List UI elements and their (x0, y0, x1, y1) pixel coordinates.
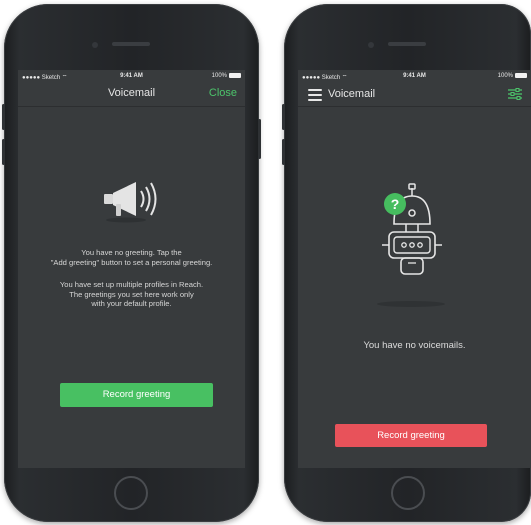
right-phone: ●●●●● Sketch ⌔ 9:41 AM 100% Voicemail ? … (282, 4, 531, 522)
close-button[interactable]: Close (209, 87, 237, 99)
side-button (282, 104, 285, 130)
battery-icon (229, 73, 241, 78)
side-button (282, 139, 285, 165)
right-screen: ●●●●● Sketch ⌔ 9:41 AM 100% Voicemail ? … (298, 70, 531, 468)
battery-indicator: 100% (212, 73, 241, 79)
no-greeting-message: You have no greeting. Tap the "Add greet… (24, 248, 239, 267)
question-mark: ? (390, 196, 400, 212)
message-line: "Add greeting" button to set a personal … (50, 257, 213, 267)
megaphone-icon (104, 182, 157, 223)
question-badge-icon: ? (384, 193, 406, 215)
battery-icon (515, 73, 527, 78)
left-phone: ●●●●● Sketch ⌔ 9:41 AM 100% Voicemail Cl… (2, 4, 261, 522)
info-line: with your default profile. (91, 299, 172, 308)
home-button[interactable] (391, 476, 425, 510)
no-voicemails-message: You have no voicemails. (363, 340, 466, 351)
battery-percent: 100% (211, 73, 227, 79)
info-line: You have set up multiple profiles in Rea… (59, 280, 204, 289)
side-button (2, 104, 5, 130)
front-camera (92, 42, 98, 48)
hamburger-menu-icon[interactable] (308, 89, 322, 104)
earpiece-speaker (388, 42, 426, 46)
front-camera (368, 42, 374, 48)
home-button[interactable] (114, 476, 148, 510)
battery-percent: 100% (497, 73, 513, 79)
record-greeting-button[interactable]: Record greeting (335, 424, 487, 447)
info-line: The greetings you set here work only (69, 289, 194, 299)
side-button (2, 139, 5, 165)
sliders-icon[interactable] (508, 88, 522, 100)
profiles-info-message: You have set up multiple profiles in Rea… (24, 280, 239, 309)
status-time: 9:41 AM (403, 73, 426, 79)
nav-bar: Voicemail Close (18, 82, 245, 107)
earpiece-speaker (112, 42, 150, 46)
nav-bar: Voicemail (298, 82, 531, 107)
side-button (258, 119, 261, 159)
record-greeting-button[interactable]: Record greeting (60, 383, 213, 407)
status-bar: ●●●●● Sketch ⌔ 9:41 AM 100% (18, 70, 245, 82)
robot-icon (377, 183, 445, 307)
battery-indicator: 100% (498, 73, 527, 79)
page-title: Voicemail (328, 88, 376, 100)
left-screen: ●●●●● Sketch ⌔ 9:41 AM 100% Voicemail Cl… (18, 70, 245, 468)
message-line: You have no greeting. Tap the (81, 248, 182, 257)
status-bar: ●●●●● Sketch ⌔ 9:41 AM 100% (298, 70, 531, 82)
